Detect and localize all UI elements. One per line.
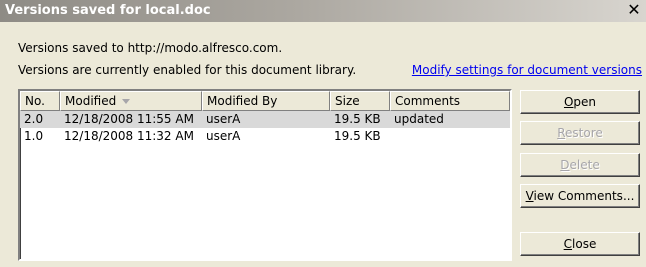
column-header-no[interactable]: No. <box>20 91 60 111</box>
version-comment <box>390 128 510 145</box>
version-number: 1.0 <box>24 129 44 143</box>
column-header-modified-label: Modified <box>65 94 117 108</box>
modify-settings-link[interactable]: Modify settings for document versions <box>412 63 642 77</box>
column-header-comments[interactable]: Comments <box>390 91 510 111</box>
title-bar: Versions saved for local.doc ✕ <box>0 0 646 22</box>
modified-date: 12/18/2008 11:32 AM <box>64 129 194 143</box>
table-row[interactable]: 1.0 12/18/2008 11:32 AM userA 19.5 KB <box>20 128 510 145</box>
version-comment: updated <box>394 112 444 126</box>
close-icon[interactable]: ✕ <box>626 1 642 19</box>
list-header: No. Modified Modified By Size Comments <box>20 91 510 111</box>
file-size: 19.5 KB <box>334 112 381 126</box>
versions-enabled-text: Versions are currently enabled for this … <box>18 63 357 77</box>
restore-button[interactable]: Restore <box>520 121 640 145</box>
view-comments-button[interactable]: View Comments... <box>520 184 640 208</box>
delete-label: elete <box>569 158 600 172</box>
modified-by: userA <box>206 112 241 126</box>
file-size: 19.5 KB <box>334 129 381 143</box>
restore-label: estore <box>565 126 603 140</box>
open-button[interactable]: Open <box>520 90 640 114</box>
view-comments-accelerator: V <box>525 189 534 203</box>
delete-accelerator: D <box>560 158 570 172</box>
column-header-modified-by[interactable]: Modified By <box>202 91 330 111</box>
open-accelerator: O <box>563 95 574 109</box>
modified-date: 12/18/2008 11:55 AM <box>64 112 194 126</box>
versions-location-text: Versions saved to http://modo.alfresco.c… <box>18 41 283 55</box>
restore-accelerator: R <box>557 126 566 140</box>
table-row[interactable]: 2.0 12/18/2008 11:55 AM userA 19.5 KB up… <box>20 111 510 128</box>
close-accelerator: C <box>563 237 573 251</box>
version-number: 2.0 <box>24 112 44 126</box>
delete-button[interactable]: Delete <box>520 153 640 177</box>
sort-descending-icon <box>122 99 131 104</box>
open-label: pen <box>573 95 597 109</box>
close-label: lose <box>572 237 597 251</box>
versions-dialog: Versions saved for local.doc ✕ Versions … <box>0 0 646 267</box>
versions-list[interactable]: No. Modified Modified By Size Comments 2… <box>18 89 512 261</box>
modified-by: userA <box>206 129 241 143</box>
window-title: Versions saved for local.doc <box>5 3 211 18</box>
column-header-modified[interactable]: Modified <box>60 91 202 111</box>
close-button[interactable]: Close <box>520 232 640 256</box>
column-header-size[interactable]: Size <box>330 91 390 111</box>
view-comments-label: iew Comments... <box>533 189 635 203</box>
